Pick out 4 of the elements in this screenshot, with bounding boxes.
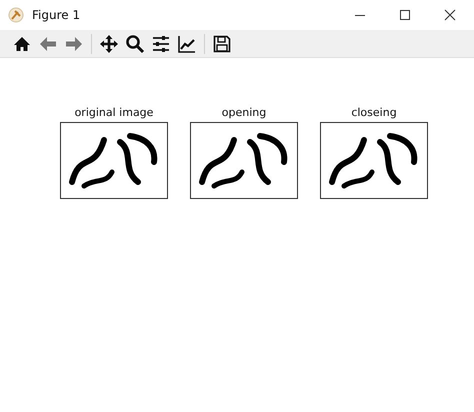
axes-title: closeing [351, 106, 397, 119]
axes-title: original image [74, 106, 154, 119]
axes-title: opening [222, 106, 266, 119]
window-title: Figure 1 [32, 8, 80, 22]
